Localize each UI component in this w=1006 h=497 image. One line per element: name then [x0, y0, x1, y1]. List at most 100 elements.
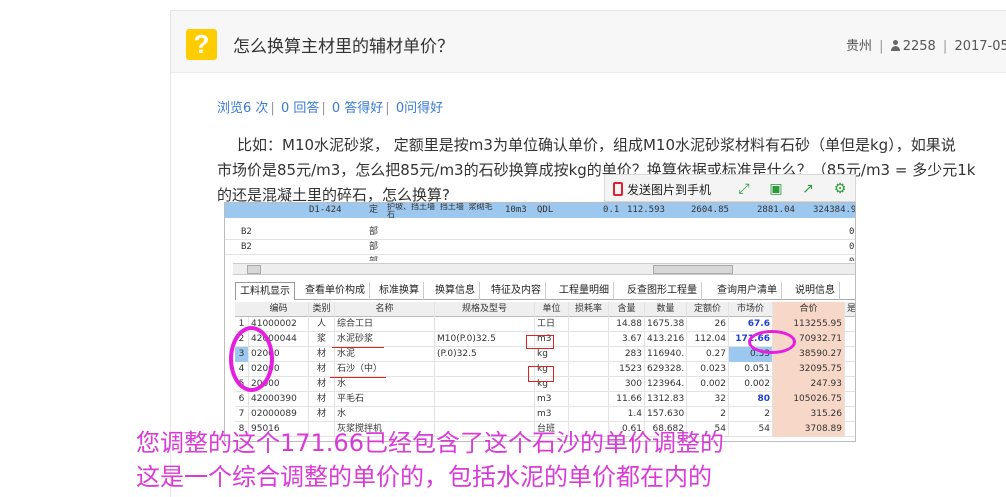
cell-loss — [569, 362, 609, 377]
phone-icon — [613, 182, 623, 196]
tab-notes[interactable]: 说明信息 — [791, 282, 840, 300]
cell-name: 石沙（中） — [335, 362, 435, 377]
question-mark-icon: ? — [186, 29, 217, 60]
question-stats: 浏览6 次 | 0 回答 | 0 答得好 | 0问得好 — [217, 101, 444, 116]
cell-name: 综合工日 — [335, 317, 435, 332]
question-date: 2017-05-1 — [954, 39, 1006, 54]
answers-count[interactable]: 0 回答 — [281, 101, 319, 116]
quota-type: 部 — [369, 255, 378, 261]
good-questions-count[interactable]: 0问得好 — [396, 101, 443, 116]
fullscreen-icon[interactable]: ⤢ — [735, 180, 753, 198]
cell-type: 材 — [309, 392, 335, 407]
cell-name: 平毛石 — [335, 392, 435, 407]
tab-features[interactable]: 特征及内容 — [487, 282, 546, 300]
views-count[interactable]: 浏览6 次 — [217, 101, 268, 116]
cell-content: 3.67 — [609, 332, 645, 347]
send-to-phone-button[interactable]: 发送图片到手机 — [613, 181, 711, 198]
tab-standard-convert[interactable]: 标准换算 — [375, 282, 424, 300]
cell-type: 人 — [309, 317, 335, 332]
cell-spec — [435, 392, 535, 407]
send-to-phone-label: 发送图片到手机 — [627, 183, 712, 197]
quota-qty-code: QDL — [537, 205, 554, 215]
annotation-line-1: 您调整的这个171.66已经包含了这个石沙的单价调整的 — [136, 429, 724, 457]
scrollbar-left-arrow[interactable] — [247, 265, 261, 274]
cell-loss — [569, 392, 609, 407]
quota-type: 部 — [369, 242, 379, 252]
cell-loss — [569, 332, 609, 347]
table-row[interactable]: 7 02000089 材水 m3 1.4 157.630 2 2 315.26 — [235, 407, 855, 422]
cell-spec — [435, 362, 535, 377]
annotation-line-2: 这是一个综合调整的单价的，包括水泥的单价都在内的 — [136, 463, 712, 491]
cell-unit: m3 — [535, 392, 569, 407]
quota-code: B2 — [241, 227, 252, 237]
cell-type: 材 — [309, 407, 335, 422]
cell-name: 水泥 — [335, 347, 435, 362]
underline-mortar — [332, 347, 384, 348]
cell-type: 材 — [309, 362, 335, 377]
cell-name: 水 — [335, 407, 435, 422]
table-row[interactable]: 6 42000390 材平毛石 m3 11.66 1312.83 32 80 105026.75 — [235, 392, 855, 407]
cell-market: 0.051 — [729, 362, 773, 377]
cell-qty: 1675.38 — [645, 317, 687, 332]
scrollbar-thumb[interactable] — [653, 265, 733, 274]
col-unit: 单位 — [535, 302, 569, 317]
quota-total: 324384.94 — [813, 205, 856, 215]
col-code: 编码 — [249, 302, 309, 317]
cell-unit: m3 — [535, 407, 569, 422]
cell-total: 113255.95 — [773, 317, 845, 332]
tab-user-list[interactable]: 查询用户清单 — [713, 282, 782, 300]
underline-sand — [330, 377, 386, 378]
gear-icon[interactable]: ⚙ — [831, 180, 849, 198]
question-meta: 贵州 | 2258 | 2017-05-1 — [846, 35, 1006, 54]
row-number: 6 — [235, 392, 249, 407]
location-link[interactable]: 贵州 — [846, 39, 872, 54]
detail-tabs: 工料机显示 查看单价构成 标准换算 换算信息 特征及内容 工程量明细 反查图形工… — [235, 282, 855, 300]
user-icon — [890, 40, 900, 51]
col-quota-price: 定额价 — [687, 302, 729, 317]
share-icon[interactable]: ↗ — [799, 180, 817, 198]
cell-quota: 32 — [687, 392, 729, 407]
horizontal-scrollbar[interactable] — [233, 263, 855, 275]
col-content: 含量 — [609, 302, 645, 317]
col-loss: 损耗率 — [569, 302, 609, 317]
cell-content: 300 — [609, 377, 645, 392]
tab-resource-display[interactable]: 工料机显示 — [235, 282, 295, 300]
page: ? 怎么换算主材里的辅材单价？ 贵州 | 2258 | 2017-05-1 浏览… — [0, 0, 1006, 497]
cell-spec — [435, 377, 535, 392]
cell-quota: 0.023 — [687, 362, 729, 377]
cell-qty: 1312.83 — [645, 392, 687, 407]
quota-code: D1-424 — [309, 205, 342, 215]
col-spec: 规格及型号 — [435, 302, 535, 317]
tab-convert-info[interactable]: 换算信息 — [431, 282, 480, 300]
cell-content: 11.66 — [609, 392, 645, 407]
col-quantity: 数量 — [645, 302, 687, 317]
cell-name: 水泥砂浆 — [335, 332, 435, 347]
cell-qty: 123964. — [645, 377, 687, 392]
good-answers-count[interactable]: 0 答得好 — [332, 101, 383, 116]
tab-quantity-detail[interactable]: 工程量明细 — [555, 282, 614, 300]
quota-name: 护坡、挡土墙 挡土墙 浆砌毛石 — [387, 203, 493, 218]
cell-loss — [569, 317, 609, 332]
tab-unit-price[interactable]: 查看单价构成 — [301, 282, 370, 300]
quota-row: B2 部 0 — [225, 225, 855, 240]
cell-total: 32095.75 — [773, 362, 845, 377]
embedded-screenshot: D1-424 定 护坡、挡土墙 挡土墙 浆砌毛石 10m3 QDL 0.1 11… — [224, 202, 856, 442]
cell-quota: 112.04 — [687, 332, 729, 347]
tab-reverse-lookup[interactable]: 反查图形工程量 — [623, 282, 702, 300]
highlight-ellipse-left — [229, 326, 274, 392]
col-total: 合价 — [773, 302, 845, 317]
cell-spec: M10(P.0)32.5 — [435, 332, 535, 347]
cell-total: 315.26 — [773, 407, 845, 422]
cell-unit: kg — [535, 347, 569, 362]
save-icon[interactable]: ▣ — [767, 180, 785, 198]
row-number: 7 — [235, 407, 249, 422]
quota-table: D1-424 定 护坡、挡土墙 挡土墙 浆砌毛石 10m3 QDL 0.1 11… — [225, 203, 856, 261]
cell-qty: 157.630 — [645, 407, 687, 422]
cell-loss — [569, 347, 609, 362]
cell-quota: 26 — [687, 317, 729, 332]
question-title[interactable]: 怎么换算主材里的辅材单价？ — [233, 32, 454, 57]
cell-code: 02000089 — [249, 407, 309, 422]
col-name: 名称 — [335, 302, 435, 317]
cell-total: 105026.75 — [773, 392, 845, 407]
question-header: ? 怎么换算主材里的辅材单价？ 贵州 | 2258 | 2017-05-1 — [171, 11, 1006, 73]
